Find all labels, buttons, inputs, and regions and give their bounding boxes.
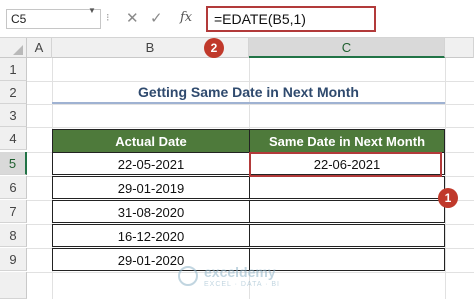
row-header-6[interactable]: 6 [0,176,27,199]
title-underline [52,102,445,104]
gridline [27,127,474,128]
gridline [445,58,446,299]
step-marker-1: 1 [438,188,458,208]
table-cell-c6[interactable] [249,176,445,199]
insert-function-icon[interactable]: fx [180,10,192,25]
watermark-tagline: EXCEL · DATA · BI [204,281,280,288]
formula-bar: C5 ▼ ⁝ ✕ ✓ fx =EDATE(B5,1) [0,0,474,38]
select-all-button[interactable] [0,38,27,58]
selected-cell-highlight [249,152,442,177]
table-cell-c8[interactable] [249,224,445,247]
table-header-actual-date[interactable]: Actual Date [52,129,250,153]
watermark: exceldemy EXCEL · DATA · BI [178,262,328,292]
data-table: Actual Date Same Date in Next Month 22-0… [52,129,445,271]
row-header-3[interactable]: 3 [0,104,27,127]
formula-input-extension[interactable] [378,9,474,29]
exceldemy-logo-icon [178,266,198,286]
row-header-7[interactable]: 7 [0,200,27,223]
table-cell-b6[interactable]: 29-01-2019 [52,176,250,199]
formula-input[interactable]: =EDATE(B5,1) [206,6,376,32]
formula-bar-grip-icon: ⁝ [106,12,109,24]
excel-window: C5 ▼ ⁝ ✕ ✓ fx =EDATE(B5,1) A B C 1 2 3 4… [0,0,474,299]
row-header-4[interactable]: 4 [0,127,27,150]
table-cell-b7[interactable]: 31-08-2020 [52,200,250,223]
step-marker-2: 2 [204,38,224,58]
row-header-8[interactable]: 8 [0,224,27,247]
row-header-10[interactable] [0,272,27,299]
row-header-9[interactable]: 9 [0,248,27,271]
column-header-c[interactable]: C [249,38,445,58]
column-header-d[interactable] [445,38,474,58]
cancel-icon[interactable]: ✕ [126,9,139,27]
row-header-2[interactable]: 2 [0,81,27,104]
table-cell-c7[interactable] [249,200,445,223]
row-header-5[interactable]: 5 [0,152,27,175]
column-headers: A B C [0,38,474,58]
row-header-1[interactable]: 1 [0,58,27,81]
table-header-same-date-next-month[interactable]: Same Date in Next Month [249,129,445,153]
enter-icon[interactable]: ✓ [150,9,163,27]
select-all-icon [13,45,23,55]
name-box[interactable]: C5 [6,9,101,29]
column-header-a[interactable]: A [27,38,52,58]
watermark-name: exceldemy [204,264,276,280]
table-cell-b8[interactable]: 16-12-2020 [52,224,250,247]
table-cell-b5[interactable]: 22-05-2021 [52,152,250,175]
gridline [27,104,474,105]
name-box-dropdown-icon[interactable]: ▼ [88,6,96,15]
sheet-title[interactable]: Getting Same Date in Next Month [52,81,445,104]
